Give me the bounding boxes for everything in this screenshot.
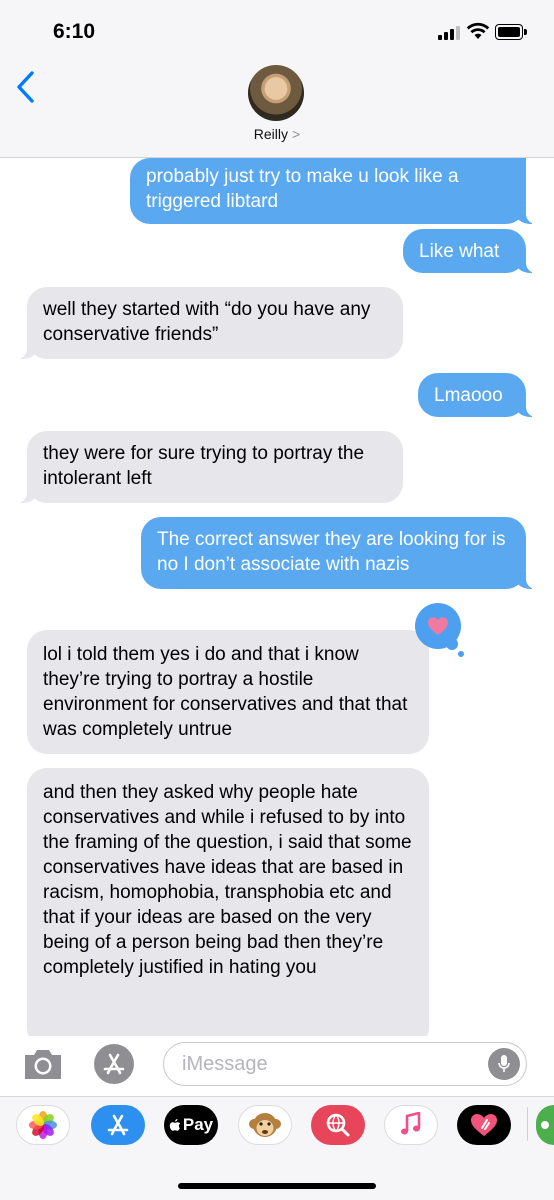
app-drawer: Pay bbox=[0, 1096, 554, 1200]
dictation-button[interactable] bbox=[488, 1048, 520, 1080]
message-bubble-received[interactable]: and then they asked why people hate cons… bbox=[27, 768, 429, 1036]
message-text: probably just try to make u look like a … bbox=[146, 166, 459, 212]
web-images-app[interactable] bbox=[311, 1105, 365, 1145]
message-text: lol i told them yes i do and that i know… bbox=[43, 644, 408, 740]
partial-app-icon bbox=[541, 1121, 549, 1129]
drawer-separator bbox=[527, 1107, 528, 1141]
message-text: they were for sure trying to portray the… bbox=[43, 443, 365, 489]
message-text: Lmaooo bbox=[434, 385, 503, 406]
conversation-header: 6:10 Reilly > bbox=[0, 0, 554, 158]
message-text: The correct answer they are looking for … bbox=[157, 529, 506, 575]
battery-icon bbox=[495, 24, 527, 40]
home-indicator[interactable] bbox=[178, 1183, 376, 1189]
message-bubble-received[interactable]: well they started with “do you have any … bbox=[17, 287, 403, 359]
message-text: well they started with “do you have any … bbox=[43, 299, 371, 345]
apple-pay-app[interactable]: Pay bbox=[164, 1105, 218, 1145]
message-text: Like what bbox=[419, 241, 500, 262]
message-list[interactable]: probably just try to make u look like a … bbox=[0, 158, 554, 1036]
photos-app[interactable] bbox=[16, 1105, 70, 1145]
message-bubble-sent[interactable]: The correct answer they are looking for … bbox=[141, 517, 536, 589]
app-store-icon bbox=[107, 1114, 129, 1136]
message-input[interactable] bbox=[182, 1051, 482, 1077]
animoji-icon bbox=[249, 1113, 281, 1137]
compose-bar bbox=[0, 1036, 554, 1096]
chevron-right-icon: > bbox=[292, 126, 301, 142]
message-bubble-sent[interactable]: probably just try to make u look like a … bbox=[130, 158, 536, 224]
status-bar: 6:10 bbox=[0, 0, 554, 60]
contact-avatar[interactable] bbox=[248, 65, 304, 121]
status-time: 6:10 bbox=[52, 20, 96, 43]
apple-pay-icon: Pay bbox=[169, 1115, 213, 1135]
message-bubble-sent[interactable]: Like what bbox=[403, 229, 536, 273]
tapback-tail bbox=[446, 638, 458, 650]
message-text: and then they asked why people hate cons… bbox=[43, 782, 412, 978]
message-bubble-sent[interactable]: Lmaooo bbox=[418, 373, 536, 417]
photos-icon bbox=[29, 1111, 57, 1139]
partial-app[interactable] bbox=[536, 1105, 554, 1145]
music-app[interactable] bbox=[384, 1105, 438, 1145]
digital-touch-icon bbox=[471, 1114, 497, 1136]
microphone-icon bbox=[498, 1055, 510, 1072]
message-input-field[interactable] bbox=[163, 1042, 527, 1086]
message-bubble-received[interactable]: they were for sure trying to portray the… bbox=[17, 431, 403, 503]
web-images-icon bbox=[326, 1113, 350, 1137]
music-icon bbox=[401, 1112, 421, 1135]
back-chevron-icon[interactable] bbox=[14, 70, 40, 104]
message-bubble-received[interactable]: lol i told them yes i do and that i know… bbox=[27, 630, 429, 754]
app-store-button[interactable] bbox=[94, 1044, 134, 1084]
heart-icon bbox=[428, 617, 448, 635]
wifi-icon bbox=[466, 22, 490, 39]
contact-name: Reilly bbox=[253, 126, 289, 142]
contact-name-row[interactable]: Reilly > bbox=[0, 126, 554, 144]
app-store-icon bbox=[103, 1053, 125, 1075]
app-store-app[interactable] bbox=[91, 1105, 145, 1145]
cellular-signal-icon bbox=[438, 26, 460, 40]
animoji-app[interactable] bbox=[238, 1105, 292, 1145]
camera-icon[interactable] bbox=[22, 1046, 64, 1082]
tapback-tail bbox=[458, 651, 464, 657]
apple-pay-label: Pay bbox=[182, 1115, 214, 1134]
digital-touch-app[interactable] bbox=[457, 1105, 511, 1145]
